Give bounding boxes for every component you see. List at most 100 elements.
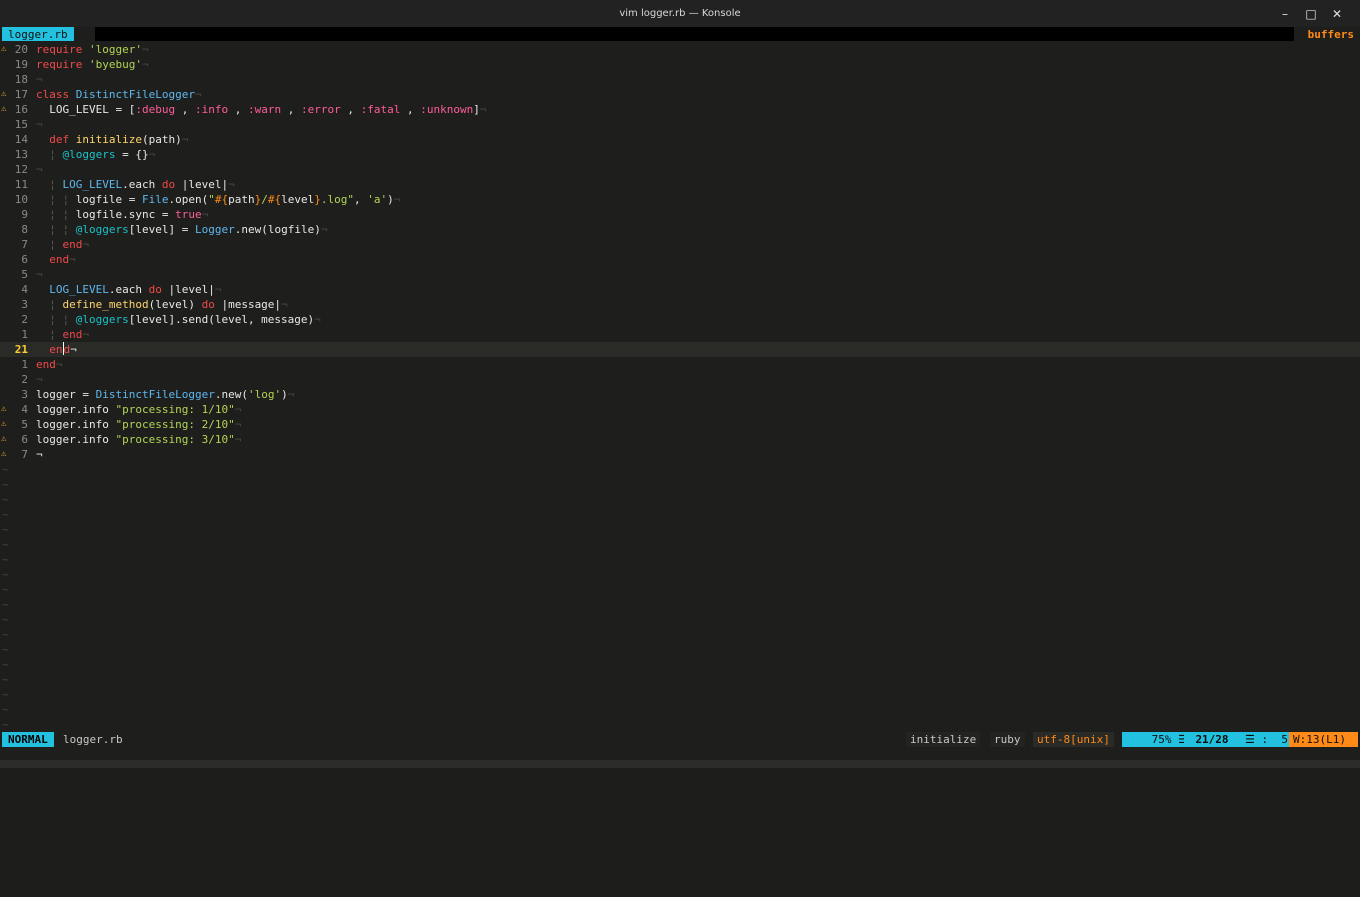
code-line[interactable]: 3 logger = DistinctFileLogger.new('log')¬ (0, 387, 1360, 402)
code-text[interactable]: ¬ (36, 117, 43, 132)
code-text[interactable]: def initialize(path)¬ (36, 132, 188, 147)
code-line[interactable]: 18 ¬ (0, 72, 1360, 87)
konsole-window: vim logger.rb — Konsole – □ ✕ logger.rb … (0, 0, 1360, 768)
line-number: 3 (21, 298, 28, 311)
code-text[interactable]: class DistinctFileLogger¬ (36, 87, 202, 102)
code-token: 'a' (367, 193, 388, 206)
code-token: ¬ (82, 328, 89, 341)
code-token: ¬ (320, 223, 328, 236)
empty-buffer-line: ~ (0, 657, 1360, 672)
command-line-area[interactable] (0, 760, 1360, 768)
code-line[interactable]: 12 ¬ (0, 162, 1360, 177)
code-token: ¬ (314, 313, 321, 326)
code-line[interactable]: 9 ¦ ¦ logfile.sync = true¬ (0, 207, 1360, 222)
code-token: ¬ (141, 43, 149, 56)
code-line[interactable]: ⚠ 5 logger.info "processing: 2/10"¬ (0, 417, 1360, 432)
code-line[interactable]: 3 ¦ define_method(level) do |message|¬ (0, 297, 1360, 312)
code-text[interactable]: logger.info "processing: 2/10"¬ (36, 417, 241, 432)
minimize-icon[interactable]: – (1272, 0, 1298, 27)
code-token: "processing: 1/10" (115, 403, 235, 416)
code-token: "processing: 2/10" (115, 418, 235, 431)
code-line[interactable]: 11 ¦ LOG_LEVEL.each do |level|¬ (0, 177, 1360, 192)
code-text[interactable]: LOG_LEVEL.each do |level|¬ (36, 282, 221, 297)
tilde-marker: ~ (2, 478, 9, 491)
code-text[interactable]: end¬ (36, 252, 76, 267)
tilde-marker: ~ (2, 523, 9, 536)
code-token: #{ (267, 193, 282, 206)
code-text[interactable]: ¬ (36, 267, 43, 282)
code-line[interactable]: 1 ¦ end¬ (0, 327, 1360, 342)
code-text[interactable]: ¦ ¦ logfile = File.open("#{path}/#{level… (36, 192, 400, 207)
buffer-tab-active[interactable]: logger.rb (2, 27, 74, 41)
code-line[interactable]: ⚠ 4 logger.info "processing: 1/10"¬ (0, 402, 1360, 417)
code-text[interactable]: ¦ ¦ @loggers[level].send(level, message)… (36, 312, 321, 327)
code-text[interactable]: ¦ LOG_LEVEL.each do |level|¬ (36, 177, 234, 192)
code-line[interactable]: ⚠ 17 class DistinctFileLogger¬ (0, 87, 1360, 102)
code-text[interactable]: ¬ (36, 372, 43, 387)
maximize-icon[interactable]: □ (1298, 0, 1324, 27)
code-token: end (49, 253, 70, 266)
code-line[interactable]: 1 end¬ (0, 357, 1360, 372)
code-text[interactable]: ¦ define_method(level) do |message|¬ (36, 297, 287, 312)
close-icon[interactable]: ✕ (1324, 0, 1350, 27)
code-text[interactable]: ¦ end¬ (36, 327, 89, 342)
code-token: ¬ (181, 133, 189, 146)
code-token: ¦ (49, 178, 56, 191)
code-line[interactable]: 21 end¬ (0, 342, 1360, 357)
code-text[interactable]: ¦ end¬ (36, 237, 89, 252)
code-line[interactable]: ⚠ 6 logger.info "processing: 3/10"¬ (0, 432, 1360, 447)
code-line[interactable]: ⚠ 20 require 'logger'¬ (0, 42, 1360, 57)
code-text[interactable]: ¬ (36, 162, 43, 177)
code-line[interactable]: 6 end¬ (0, 252, 1360, 267)
line-number: 4 (21, 403, 28, 416)
title-bar[interactable]: vim logger.rb — Konsole – □ ✕ (0, 0, 1360, 27)
code-token: 'logger' (88, 43, 142, 56)
code-text[interactable]: ¬ (36, 72, 43, 87)
status-filetype: ruby (990, 732, 1025, 747)
code-line[interactable]: ⚠ 7 ¬ (0, 447, 1360, 462)
code-token: DistinctFileLogger (75, 88, 195, 101)
code-text[interactable]: logger.info "processing: 3/10"¬ (36, 432, 241, 447)
code-line[interactable]: 4 LOG_LEVEL.each do |level|¬ (0, 282, 1360, 297)
code-line[interactable]: 5 ¬ (0, 267, 1360, 282)
code-token: File (141, 193, 169, 206)
code-line[interactable]: 10 ¦ ¦ logfile = File.open("#{path}/#{le… (0, 192, 1360, 207)
code-line[interactable]: 13 ¦ @loggers = {}¬ (0, 147, 1360, 162)
code-text[interactable]: ¦ ¦ logfile.sync = true¬ (36, 207, 208, 222)
line-number: 9 (21, 208, 28, 221)
code-line[interactable]: 15 ¬ (0, 117, 1360, 132)
code-text[interactable]: ¬ (36, 447, 43, 462)
code-text[interactable]: ¦ @loggers = {}¬ (36, 147, 155, 162)
code-line[interactable]: 7 ¦ end¬ (0, 237, 1360, 252)
tilde-marker: ~ (2, 553, 9, 566)
empty-buffer-line: ~ (0, 612, 1360, 627)
code-line[interactable]: 14 def initialize(path)¬ (0, 132, 1360, 147)
code-line[interactable]: 8 ¦ ¦ @loggers[level] = Logger.new(logfi… (0, 222, 1360, 237)
code-line[interactable]: 2 ¬ (0, 372, 1360, 387)
code-token: ¬ (393, 193, 401, 206)
code-line[interactable]: ⚠ 16 LOG_LEVEL = [:debug , :info , :warn … (0, 102, 1360, 117)
empty-buffer-line: ~ (0, 492, 1360, 507)
code-token: ¬ (287, 388, 295, 401)
code-text[interactable]: end¬ (36, 342, 77, 357)
code-token: ¦ ¦ (49, 208, 70, 221)
code-text[interactable]: ¦ ¦ @loggers[level] = Logger.new(logfile… (36, 222, 327, 237)
editor-buffer[interactable]: ⚠ 20 require 'logger'¬ 19 require 'byebug'¬ 1… (0, 42, 1360, 732)
tilde-marker: ~ (2, 508, 9, 521)
code-text[interactable]: logger = DistinctFileLogger.new('log')¬ (36, 387, 294, 402)
empty-buffer-line: ~ (0, 687, 1360, 702)
line-number: 14 (14, 133, 28, 146)
code-text[interactable]: require 'logger'¬ (36, 42, 149, 57)
code-line[interactable]: 2 ¦ ¦ @loggers[level].send(level, messag… (0, 312, 1360, 327)
code-text[interactable]: end¬ (36, 357, 63, 372)
line-number: 10 (14, 193, 28, 206)
code-text[interactable]: require 'byebug'¬ (36, 57, 149, 72)
code-text[interactable]: LOG_LEVEL = [:debug , :info , :warn , :e… (36, 102, 486, 117)
code-line[interactable]: 19 require 'byebug'¬ (0, 57, 1360, 72)
code-text[interactable]: logger.info "processing: 1/10"¬ (36, 402, 241, 417)
